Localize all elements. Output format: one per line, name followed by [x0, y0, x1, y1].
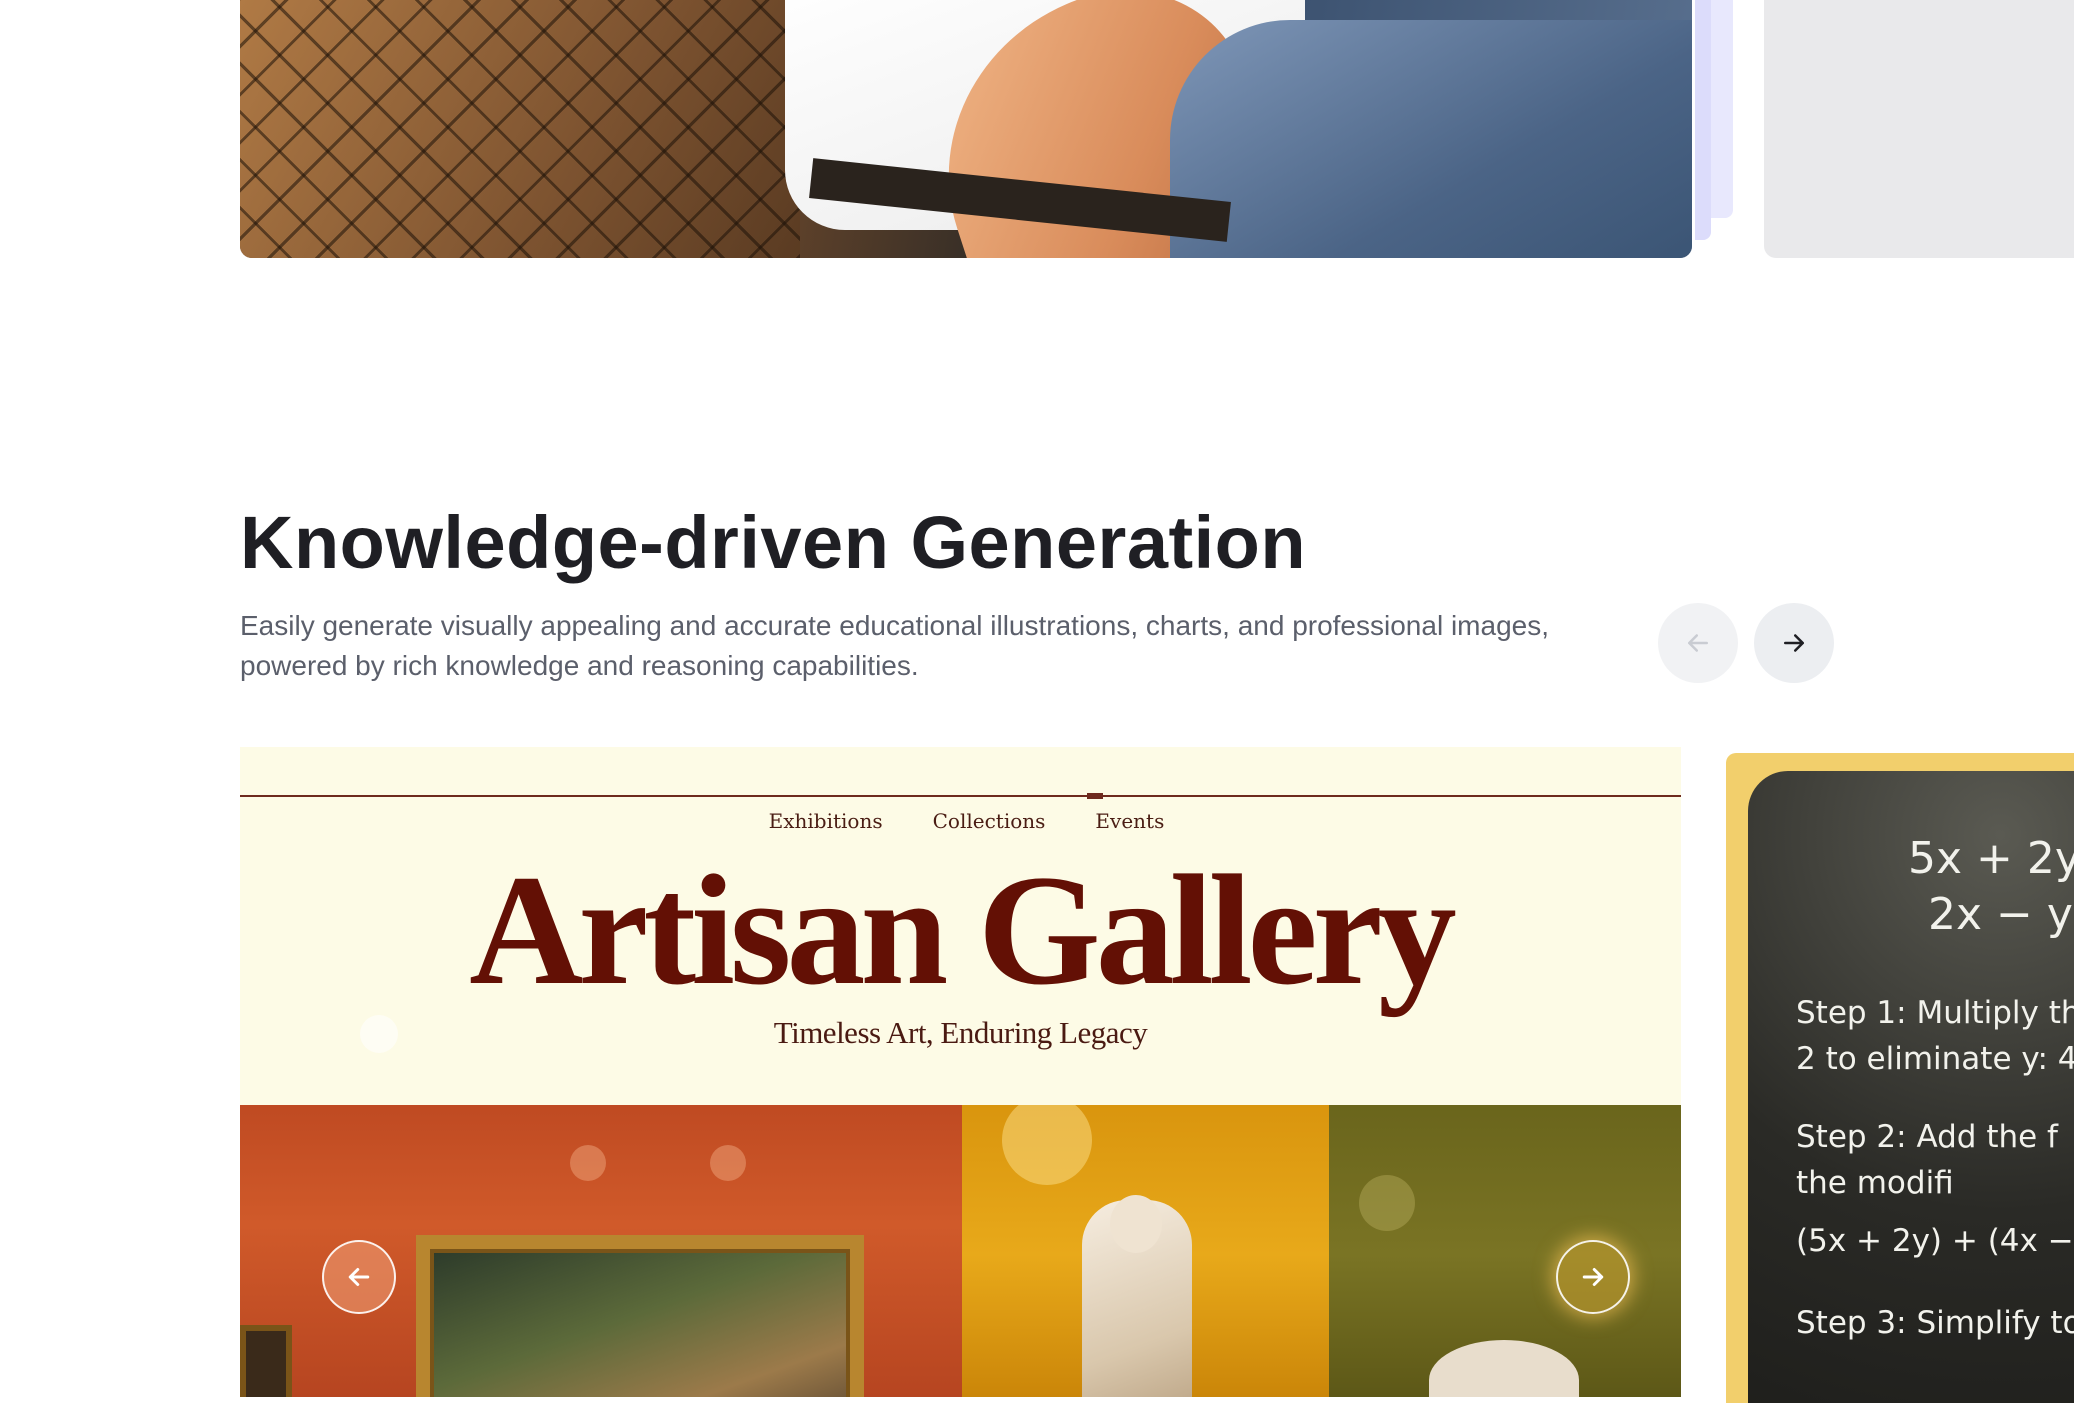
chalkboard: 5x + 2y 2x − y Step 1: Multiply th 2 to … [1748, 771, 2074, 1403]
chain-link-fence [240, 0, 800, 258]
bokeh-light [360, 1015, 398, 1053]
section-title: Knowledge-driven Generation [240, 501, 1307, 584]
card-stack-shadow [1695, 0, 1711, 240]
bokeh-light [710, 1145, 746, 1181]
small-frame [240, 1325, 292, 1397]
gallery-nav: Exhibitions Collections Events [240, 809, 1681, 833]
sculpture-panel [1329, 1105, 1681, 1397]
nav-exhibitions: Exhibitions [768, 809, 883, 833]
arrow-left-icon [1688, 634, 1708, 652]
framed-painting [416, 1235, 864, 1397]
section-description: Easily generate visually appealing and a… [240, 610, 1549, 681]
sculpture-bust [1429, 1340, 1579, 1397]
arrow-right-icon [1784, 634, 1804, 652]
artisan-gallery-card[interactable]: Exhibitions Collections Events Artisan G… [240, 747, 1681, 1397]
gallery-subtitle: Timeless Art, Enduring Legacy [773, 1015, 1148, 1050]
statue-head [1110, 1195, 1162, 1253]
arrow-right-icon [1582, 1268, 1604, 1286]
step-2-line-1: Step 2: Add the f [1796, 1119, 2058, 1155]
nav-events: Events [1095, 809, 1165, 833]
next-card-preview[interactable] [1764, 0, 2074, 258]
divider [240, 795, 1681, 797]
carousel-prev-button[interactable] [1658, 603, 1738, 683]
bokeh-light [570, 1145, 606, 1181]
equation-1: 5x + 2y [1908, 833, 2074, 884]
arrow-left-icon [348, 1268, 370, 1286]
equation-2: 2x − y [1928, 889, 2073, 940]
math-chalkboard-card[interactable]: 5x + 2y 2x − y Step 1: Multiply th 2 to … [1726, 753, 2074, 1403]
step-1-line-1: Step 1: Multiply th [1796, 995, 2074, 1031]
step-1-line-2: 2 to eliminate y: 4 [1796, 1041, 2074, 1077]
statue-panel [962, 1105, 1329, 1397]
bokeh-light [1002, 1105, 1092, 1185]
active-indicator [1087, 793, 1103, 799]
gallery-title: Artisan Gallery [469, 843, 1457, 1018]
nav-collections: Collections [932, 809, 1046, 833]
card-stack-shadow [1711, 0, 1733, 218]
step-3-line-1: Step 3: Simplify to [1796, 1305, 2074, 1341]
jeans [1170, 20, 1692, 258]
carousel-next-button[interactable] [1754, 603, 1834, 683]
top-carousel-image [240, 0, 1692, 258]
gallery-next-button[interactable] [1556, 1240, 1630, 1314]
bokeh-light [1359, 1175, 1415, 1231]
step-2-line-2: the modifi [1796, 1165, 1954, 1201]
step-2-equation: (5x + 2y) + (4x − 2 [1796, 1223, 2074, 1259]
gallery-prev-button[interactable] [322, 1240, 396, 1314]
